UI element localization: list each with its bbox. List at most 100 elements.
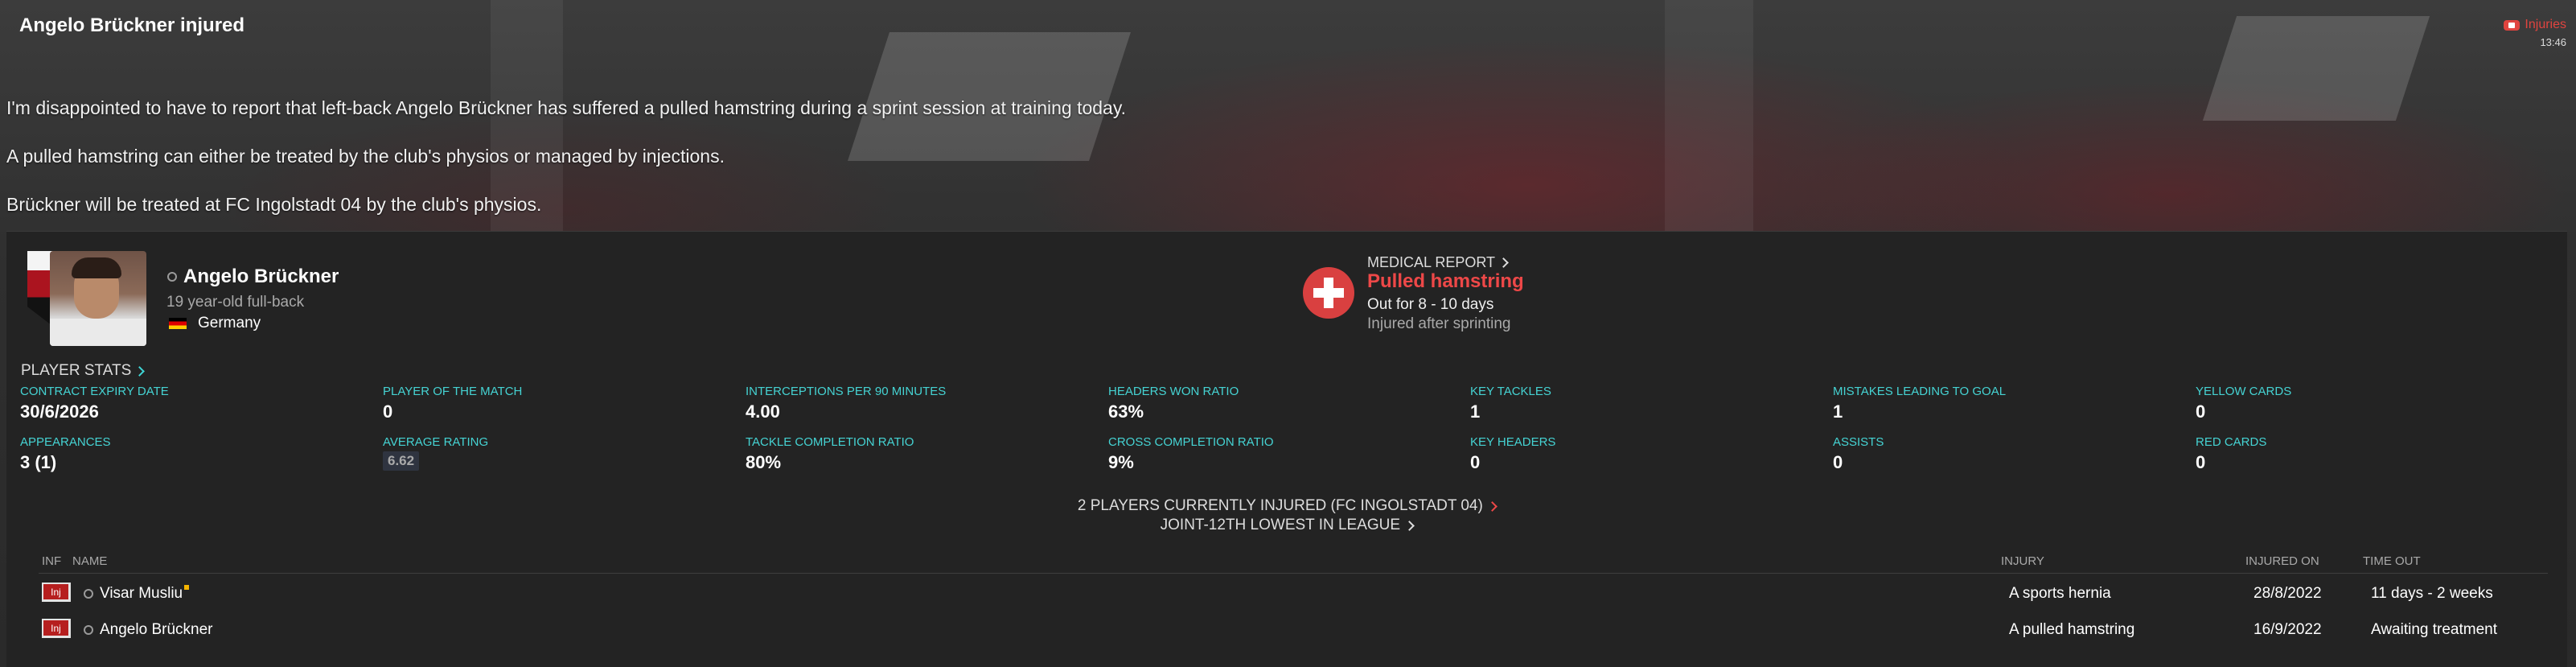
stat-key-headers: KEY HEADERS 0	[1470, 435, 1555, 473]
row-time-out: 11 days - 2 weeks	[2371, 585, 2493, 602]
column-header-injury[interactable]: INJURY	[2001, 554, 2044, 568]
stat-value: 1	[1833, 401, 1843, 422]
news-category[interactable]: Injuries 13:46	[2504, 18, 2566, 48]
stat-headers-won: HEADERS WON RATIO 63%	[1108, 385, 1239, 422]
injury-tag-icon	[2504, 19, 2521, 31]
stat-red-cards: RED CARDS 0	[2196, 435, 2266, 473]
injury-name: Pulled hamstring	[1367, 270, 1524, 292]
chevron-right-icon	[1498, 257, 1509, 268]
stat-label: RED CARDS	[2196, 435, 2267, 449]
status-dot-icon	[184, 585, 190, 590]
message-paragraph: A pulled hamstring can either be treated…	[6, 146, 725, 167]
stat-label: CONTRACT EXPIRY DATE	[20, 385, 169, 398]
stat-label: TACKLE COMPLETION RATIO	[746, 435, 914, 449]
stat-value: 80%	[746, 452, 782, 472]
stat-label: AVERAGE RATING	[383, 435, 489, 449]
stat-contract-expiry: CONTRACT EXPIRY DATE 30/6/2026	[20, 385, 169, 422]
injury-duration: Out for 8 - 10 days	[1367, 296, 1494, 313]
league-rank-text[interactable]: JOINT-12TH LOWEST IN LEAGUE	[1161, 517, 1400, 533]
table-divider	[39, 573, 2548, 574]
stat-assists: ASSISTS 0	[1833, 435, 1884, 473]
row-time-out: Awaiting treatment	[2371, 621, 2498, 638]
stat-label: APPEARANCES	[20, 435, 111, 449]
germany-flag-icon	[169, 318, 187, 329]
chevron-right-icon	[134, 365, 146, 377]
row-injured-on: 28/8/2022	[2253, 585, 2322, 602]
crowd-flag	[848, 32, 1131, 161]
stat-label: YELLOW CARDS	[2196, 385, 2292, 398]
stat-label: KEY TACKLES	[1470, 385, 1551, 398]
player-name[interactable]: Angelo Brückner	[183, 266, 339, 288]
player-description: 19 year-old full-back	[166, 294, 305, 311]
stat-label: PLAYER OF THE MATCH	[383, 385, 523, 398]
stat-value: 30/6/2026	[20, 401, 99, 422]
stat-tackle-completion: TACKLE COMPLETION RATIO 80%	[746, 435, 914, 473]
chevron-right-icon	[1487, 501, 1498, 512]
stat-value: 4.00	[746, 401, 780, 422]
player-name-link[interactable]: Angelo Brückner	[167, 266, 339, 288]
stat-label: CROSS COMPLETION RATIO	[1108, 435, 1274, 449]
row-player[interactable]: Visar Musliu	[84, 585, 190, 603]
medical-report-label[interactable]: MEDICAL REPORT	[1367, 254, 1495, 271]
injury-cause: Injured after sprinting	[1367, 315, 1511, 332]
medical-report-link[interactable]: MEDICAL REPORT	[1367, 254, 1509, 271]
stat-value: 0	[1833, 452, 1843, 472]
message-paragraph: I'm disappointed to have to report that …	[6, 97, 1127, 118]
stat-value: 0	[1470, 452, 1481, 472]
stat-value: 0	[383, 401, 393, 422]
stat-mistakes-to-goal: MISTAKES LEADING TO GOAL 1	[1833, 385, 2006, 422]
stat-average-rating: AVERAGE RATING 6.62	[383, 435, 488, 471]
stat-value: 3 (1)	[20, 452, 57, 472]
column-header-inf[interactable]: INF	[42, 554, 61, 568]
stat-cross-completion: CROSS COMPLETION RATIO 9%	[1108, 435, 1274, 473]
row-injury: A sports hernia	[2009, 585, 2111, 602]
nationality-label[interactable]: Germany	[198, 315, 261, 332]
injured-count-link[interactable]: 2 PLAYERS CURRENTLY INJURED (FC INGOLSTA…	[6, 497, 2567, 515]
stat-yellow-cards: YELLOW CARDS 0	[2196, 385, 2291, 422]
stat-value: 0	[2196, 452, 2206, 472]
news-time: 13:46	[2540, 36, 2566, 48]
person-icon	[84, 625, 93, 635]
stat-value: 0	[2196, 401, 2206, 422]
stat-value: 9%	[1108, 452, 1134, 472]
stat-label: ASSISTS	[1833, 435, 1884, 449]
news-title: Angelo Brückner injured	[19, 14, 245, 36]
rating-badge: 6.62	[383, 451, 420, 471]
stat-label: KEY HEADERS	[1470, 435, 1556, 449]
row-injury: A pulled hamstring	[2009, 621, 2135, 638]
row-injured-on: 16/9/2022	[2253, 621, 2322, 638]
stat-label: INTERCEPTIONS PER 90 MINUTES	[746, 385, 947, 398]
column-header-time-out[interactable]: TIME OUT	[2363, 554, 2421, 568]
person-icon	[84, 589, 93, 599]
player-avatar[interactable]	[50, 251, 146, 346]
stat-label: HEADERS WON RATIO	[1108, 385, 1239, 398]
medical-cross-icon	[1303, 267, 1354, 319]
category-label[interactable]: Injuries	[2525, 18, 2566, 32]
player-injury-panel: Angelo Brückner 19 year-old full-back Ge…	[6, 231, 2567, 667]
injured-count-text[interactable]: 2 PLAYERS CURRENTLY INJURED (FC INGOLSTA…	[1078, 497, 1483, 514]
league-rank-link[interactable]: JOINT-12TH LOWEST IN LEAGUE	[6, 517, 2567, 534]
stat-value: 1	[1470, 401, 1481, 422]
table-row[interactable]: Inj Visar Musliu A sports hernia 28/8/20…	[39, 578, 2548, 610]
player-stats-title[interactable]: PLAYER STATS	[21, 362, 131, 380]
stat-player-of-match: PLAYER OF THE MATCH 0	[383, 385, 522, 422]
stadium-pillar	[1665, 0, 1753, 233]
person-icon	[167, 272, 177, 282]
chevron-right-icon	[1404, 521, 1415, 531]
message-paragraph: Brückner will be treated at FC Ingolstad…	[6, 194, 542, 215]
row-player[interactable]: Angelo Brückner	[84, 621, 212, 639]
row-player-name[interactable]: Angelo Brückner	[100, 621, 212, 639]
player-stats-link[interactable]: PLAYER STATS	[21, 362, 146, 380]
injury-badge-icon: Inj	[42, 583, 71, 602]
injury-badge-icon: Inj	[42, 619, 71, 638]
column-header-injured-on[interactable]: INJURED ON	[2245, 554, 2319, 568]
column-header-name[interactable]: NAME	[72, 554, 107, 568]
player-nationality[interactable]: Germany	[169, 315, 261, 332]
stat-label: MISTAKES LEADING TO GOAL	[1833, 385, 2007, 398]
row-player-name[interactable]: Visar Musliu	[100, 585, 183, 603]
table-row[interactable]: Inj Angelo Brückner A pulled hamstring 1…	[39, 614, 2548, 646]
stat-value: 63%	[1108, 401, 1144, 422]
stat-appearances: APPEARANCES 3 (1)	[20, 435, 111, 473]
stat-key-tackles: KEY TACKLES 1	[1470, 385, 1551, 422]
crowd-flag	[2202, 16, 2430, 121]
